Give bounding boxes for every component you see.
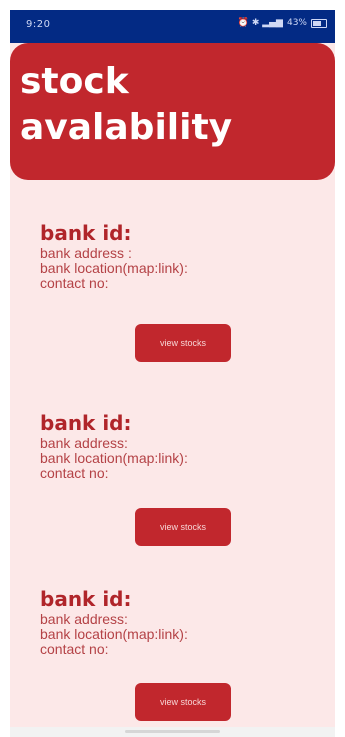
bank-card: bank id: bank address: bank location(map… xyxy=(40,411,310,546)
bank-location-label: bank location(map:link): xyxy=(40,626,188,642)
bank-address-label: bank address: xyxy=(40,611,128,627)
signal-icon: ⏰ ✱ ▂▄▆ xyxy=(237,18,283,28)
bank-id-label: bank id: xyxy=(40,221,132,245)
contact-no-label: contact no: xyxy=(40,465,109,481)
system-nav-bar xyxy=(10,727,335,737)
bank-id-label: bank id: xyxy=(40,587,132,611)
status-bar: 9:20 ⏰ ✱ ▂▄▆ 43% xyxy=(10,10,335,43)
home-indicator[interactable] xyxy=(125,730,220,733)
bank-location-label: bank location(map:link): xyxy=(40,260,188,276)
bank-location-label: bank location(map:link): xyxy=(40,450,188,466)
app-screen: stock avalability bank id: bank address … xyxy=(10,43,335,727)
bank-address-label: bank address : xyxy=(40,245,132,261)
battery-percent: 43% xyxy=(286,18,307,28)
contact-no-label: contact no: xyxy=(40,275,109,291)
view-stocks-button[interactable]: view stocks xyxy=(135,683,231,721)
header-banner: stock avalability xyxy=(10,43,335,180)
status-icons: ⏰ ✱ ▂▄▆ 43% xyxy=(238,18,327,28)
bank-id-label: bank id: xyxy=(40,411,132,435)
view-stocks-button[interactable]: view stocks xyxy=(135,508,231,546)
bank-card: bank id: bank address: bank location(map… xyxy=(40,587,310,721)
bank-card: bank id: bank address : bank location(ma… xyxy=(40,221,310,362)
contact-no-label: contact no: xyxy=(40,641,109,657)
battery-icon xyxy=(311,18,327,28)
view-stocks-button[interactable]: view stocks xyxy=(135,324,231,362)
status-time: 9:20 xyxy=(26,19,51,30)
bank-address-label: bank address: xyxy=(40,435,128,451)
page-title: stock avalability xyxy=(20,61,233,148)
